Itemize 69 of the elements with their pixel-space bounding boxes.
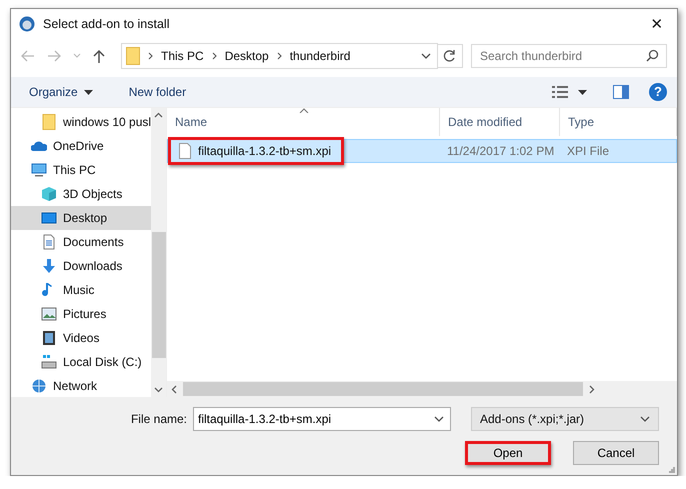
down-arrow-icon xyxy=(41,258,57,274)
new-folder-button[interactable]: New folder xyxy=(122,81,192,103)
globe-icon xyxy=(31,378,47,394)
window-title: Select add-on to install xyxy=(43,17,170,31)
chevron-down-icon[interactable] xyxy=(434,416,444,422)
sidebar-item[interactable]: OneDrive xyxy=(11,134,151,158)
sidebar-item[interactable]: windows 10 pusl xyxy=(11,110,151,134)
sort-caret-icon xyxy=(299,108,309,113)
refresh-icon[interactable] xyxy=(438,44,463,68)
film-icon xyxy=(41,330,57,346)
sidebar-item[interactable]: Pictures xyxy=(11,302,151,326)
scroll-down-icon[interactable] xyxy=(154,387,163,393)
picture-icon xyxy=(41,306,57,322)
sidebar-item[interactable]: Music xyxy=(11,278,151,302)
sidebar-item[interactable]: Network xyxy=(11,374,151,398)
cancel-button[interactable]: Cancel xyxy=(573,441,659,465)
sidebar-item[interactable]: 3D Objects xyxy=(11,182,151,206)
preview-pane-icon[interactable] xyxy=(613,85,629,99)
organize-button[interactable]: Organize xyxy=(23,81,99,103)
column-header[interactable]: Name xyxy=(167,108,440,136)
scroll-thumb[interactable] xyxy=(152,232,166,358)
sidebar-item[interactable]: Documents xyxy=(11,230,151,254)
sidebar-item[interactable]: Downloads xyxy=(11,254,151,278)
address-bar[interactable]: This PC Desktop thunderbird xyxy=(121,43,438,69)
search-field[interactable]: Search thunderbird xyxy=(471,44,667,68)
scroll-right-icon[interactable] xyxy=(589,384,595,394)
monitor-icon xyxy=(31,162,47,178)
file-icon xyxy=(179,143,191,159)
help-button[interactable]: ? xyxy=(649,83,667,101)
sidebar-item[interactable]: Local Disk (C:) xyxy=(11,350,151,374)
folder-icon xyxy=(126,47,140,65)
caret-down-icon xyxy=(84,90,93,94)
horizontal-scrollbar[interactable] xyxy=(167,381,677,397)
vertical-scrollbar[interactable] xyxy=(151,108,166,397)
breadcrumb-item[interactable]: This PC xyxy=(161,49,204,63)
scroll-left-icon[interactable] xyxy=(171,384,177,394)
chevron-right-icon xyxy=(276,52,282,60)
up-arrow-icon[interactable] xyxy=(93,49,105,63)
view-list-icon[interactable] xyxy=(552,86,568,98)
breadcrumb-item[interactable]: Desktop xyxy=(224,49,269,63)
chevron-right-icon xyxy=(148,52,153,60)
chevron-down-icon xyxy=(640,416,650,422)
open-button[interactable]: Open xyxy=(465,441,551,465)
file-type-dropdown[interactable]: Add-ons (*.xpi;*.jar) xyxy=(471,407,659,431)
chevron-down-icon[interactable] xyxy=(421,53,431,59)
scroll-up-icon[interactable] xyxy=(154,112,163,118)
resize-grip-icon[interactable] xyxy=(669,467,675,473)
sidebar-item[interactable]: Videos xyxy=(11,326,151,350)
cube-icon xyxy=(41,186,57,202)
folder-icon xyxy=(41,114,57,130)
column-header[interactable]: Date modified xyxy=(440,108,560,136)
sidebar-item[interactable]: This PC xyxy=(11,158,151,182)
search-icon xyxy=(646,49,659,62)
date-cell-text: 11/24/2017 1:02 PM xyxy=(446,144,556,158)
drive-icon xyxy=(41,354,57,370)
file-name-cell: filtaquilla-1.3.2-tb+sm.xpi xyxy=(168,137,344,165)
file-row[interactable]: filtaquilla-1.3.2-tb+sm.xpi 11/24/2017 1:02 PM XPI File xyxy=(167,139,677,163)
document-icon xyxy=(41,234,57,250)
file-name-label: File name: xyxy=(130,412,187,426)
desktop-icon xyxy=(41,210,57,226)
column-header[interactable]: Type xyxy=(560,108,677,136)
type-cell-text: XPI File xyxy=(566,144,610,158)
caret-down-icon[interactable] xyxy=(578,90,587,94)
sidebar-item[interactable]: Desktop xyxy=(11,206,151,230)
file-name-field[interactable]: filtaquilla-1.3.2-tb+sm.xpi xyxy=(193,407,451,431)
close-button[interactable]: ✕ xyxy=(637,9,677,39)
breadcrumb-item[interactable]: thunderbird xyxy=(290,49,350,63)
chevron-right-icon xyxy=(212,52,217,60)
scroll-thumb[interactable] xyxy=(183,382,583,396)
